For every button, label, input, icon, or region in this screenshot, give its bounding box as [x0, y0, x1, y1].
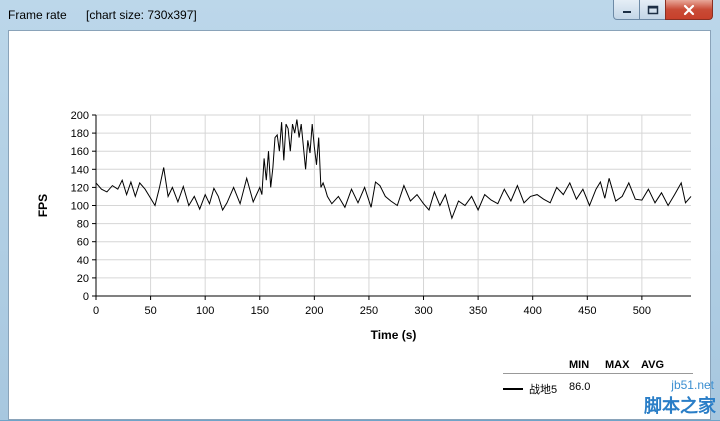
legend-header-max: MAX — [605, 359, 630, 371]
legend-series-name: 战地5 — [529, 384, 558, 396]
x-tick-label: 250 — [360, 305, 378, 317]
y-tick-label: 100 — [71, 201, 89, 213]
minimize-icon — [622, 10, 631, 13]
chart-area: 0 20 40 60 80 100 120 140 160 180 200 0 50 100 150 200 2… — [8, 30, 711, 420]
y-tick-label: 180 — [71, 128, 89, 140]
close-button[interactable] — [665, 0, 713, 20]
legend-header-avg: AVG — [641, 359, 665, 371]
site-watermark: jb51.net 脚本之家 — [640, 374, 720, 420]
x-tick-label: 150 — [251, 305, 269, 317]
watermark-site-name: 脚本之家 — [644, 396, 716, 417]
x-tick-label: 400 — [524, 305, 542, 317]
maximize-icon — [647, 5, 658, 14]
x-tick-label: 350 — [469, 305, 487, 317]
close-icon — [683, 4, 695, 15]
chart-size-label: [chart size: 730x397] — [86, 8, 197, 22]
legend-header-min: MIN — [569, 359, 590, 371]
y-axis-label: FPS — [36, 194, 50, 217]
x-tick-label: 200 — [305, 305, 323, 317]
x-axis-label: Time (s) — [371, 328, 417, 342]
title-bar[interactable]: Frame rate [chart size: 730x397] — [0, 0, 720, 30]
y-tick-label: 60 — [77, 237, 89, 249]
y-tick-label: 80 — [77, 219, 89, 231]
minimize-button[interactable] — [613, 0, 640, 20]
maximize-button[interactable] — [639, 0, 666, 20]
tick-labels: 0 20 40 60 80 100 120 140 160 180 200 0 50 100 150 200 2… — [71, 110, 651, 317]
x-tick-label: 300 — [414, 305, 432, 317]
axes — [92, 114, 691, 300]
y-tick-label: 120 — [71, 182, 89, 194]
grid-lines — [95, 114, 691, 297]
y-tick-label: 200 — [71, 110, 89, 122]
y-tick-label: 20 — [77, 273, 89, 285]
legend-min-value: 86.0 — [569, 381, 591, 393]
x-tick-label: 450 — [578, 305, 596, 317]
x-tick-label: 500 — [633, 305, 651, 317]
y-tick-label: 40 — [77, 255, 89, 267]
x-tick-label: 50 — [144, 305, 156, 317]
x-tick-label: 0 — [93, 305, 99, 317]
watermark-url: jb51.net — [671, 378, 714, 392]
y-tick-label: 160 — [71, 146, 89, 158]
legend-line-swatch — [503, 388, 523, 390]
window-title: Frame rate — [8, 8, 67, 22]
y-tick-label: 140 — [71, 164, 89, 176]
y-tick-label: 0 — [83, 291, 89, 303]
x-tick-label: 100 — [196, 305, 214, 317]
frame-rate-window: Frame rate [chart size: 730x397] 0 20 40 60… — [0, 0, 720, 420]
